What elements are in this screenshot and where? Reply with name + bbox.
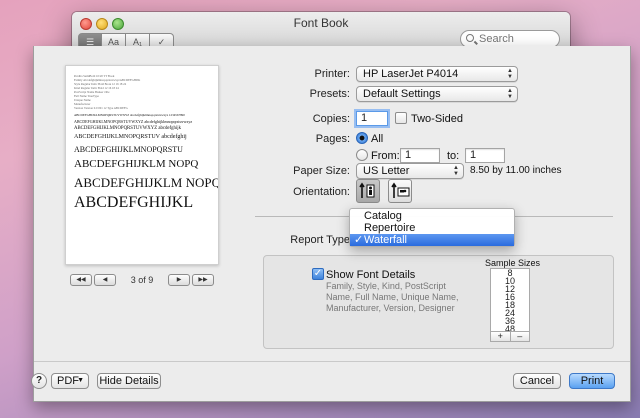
pages-to-label: to: [447, 150, 460, 162]
pages-from-radio[interactable] [356, 149, 368, 161]
preview-sample-line: ABCDEFGHIJKLM NOPQ [74, 175, 219, 190]
print-sheet: Perdita SemiBold 10/20 TT Book Family Abc… [31, 46, 631, 402]
preview-detail-line: Version Version 0.0 001 12 Type ABCDEFG [74, 106, 128, 110]
menu-item-catalog[interactable]: Catalog [350, 210, 514, 222]
print-preview-page: Perdita SemiBold 10/20 TT Book Family Abc… [65, 65, 219, 265]
pdf-label: PDF [57, 375, 79, 387]
two-sided-checkbox[interactable] [395, 112, 407, 124]
portrait-icon [359, 182, 375, 198]
remove-size-button[interactable]: – [510, 331, 530, 342]
printer-value: HP LaserJet P4014 [363, 68, 459, 80]
presets-label: Presets: [309, 88, 350, 100]
paper-dimensions: 8.50 by 11.00 inches [470, 165, 562, 176]
menu-item-waterfall[interactable]: ✓ Waterfall [350, 234, 514, 246]
menu-item-label: Repertoire [364, 222, 416, 234]
pages-all-radio[interactable] [356, 132, 368, 144]
footer-divider [34, 361, 630, 362]
copies-label: Copies: [312, 113, 350, 125]
pages-all-label: All [371, 133, 384, 145]
preview-sample-line: ABCDEFGHIJKLMNOPQRSTUVWXYZ abcdefghijklm… [74, 113, 185, 117]
page-count: 3 of 9 [130, 275, 154, 285]
pages-from-label: From: [371, 150, 400, 162]
search-placeholder: Search [479, 33, 514, 45]
preview-sample-line: ABCDEFGHIJKL [74, 194, 194, 211]
preview-sample-line: ABCDEFGHIJKLMNOPQRSTUV abcdefghij [74, 134, 187, 140]
help-button[interactable]: ? [31, 373, 47, 389]
paper-size-value: US Letter [363, 165, 410, 177]
popup-arrows-icon: ▲ ▼ [507, 88, 513, 100]
show-font-details-label: Show Font Details [326, 269, 416, 281]
pages-from-field[interactable]: 1 [400, 148, 440, 163]
cancel-button[interactable]: Cancel [513, 373, 561, 389]
presets-value: Default Settings [363, 88, 441, 100]
landscape-icon [391, 182, 410, 198]
first-page-button[interactable]: ◀◀ [70, 274, 92, 286]
window-title: Font Book [293, 16, 349, 30]
portrait-orientation-button[interactable] [356, 179, 380, 203]
pages-label: Pages: [315, 133, 350, 145]
sample-sizes-controls: + – [490, 331, 530, 342]
add-size-button[interactable]: + [490, 331, 511, 342]
copies-field[interactable]: 1 [356, 111, 388, 126]
two-sided-label: Two-Sided [411, 113, 463, 125]
preview-sample-line: ABCDEFGHIJKLMNOPQRSTUVWXYZ abcdefghijklm… [74, 119, 193, 124]
report-type-label: Report Type [290, 234, 350, 246]
print-button[interactable]: Print [569, 373, 615, 389]
orientation-label: Orientation: [293, 186, 350, 198]
sample-sizes-label: Sample Sizes [485, 258, 541, 268]
menu-item-label: Catalog [364, 210, 402, 222]
next-page-button[interactable]: ▶ [168, 274, 190, 286]
paper-size-popup[interactable]: US Letter ▲ ▼ [356, 163, 464, 179]
search-icon [466, 34, 474, 42]
preview-sample-line: ABCDEFGHIJKLM NOPQ [74, 158, 199, 170]
hide-details-button[interactable]: Hide Details [97, 373, 161, 389]
page-navigator: ◀◀ ◀ 3 of 9 ▶ ▶▶ [70, 273, 214, 287]
show-font-details-checkbox[interactable]: ✓ [312, 268, 324, 280]
chevron-down-icon: ▼ [77, 377, 84, 384]
popup-arrows-icon: ▲ ▼ [453, 165, 459, 177]
report-type-menu: Catalog Repertoire ✓ Waterfall [349, 208, 515, 247]
checkmark-icon: ✓ [354, 234, 364, 246]
preview-sample-line: ABCDEFGHIJKLMNOPQRSTU [74, 145, 183, 154]
menu-item-repertoire[interactable]: Repertoire [350, 222, 514, 234]
pages-to-field[interactable]: 1 [465, 148, 505, 163]
presets-popup[interactable]: Default Settings ▲ ▼ [356, 86, 518, 102]
printer-popup[interactable]: HP LaserJet P4014 ▲ ▼ [356, 66, 518, 82]
previous-page-button[interactable]: ◀ [94, 274, 116, 286]
font-details-description: Family, Style, Kind, PostScript Name, Fu… [326, 281, 459, 313]
landscape-orientation-button[interactable] [388, 179, 412, 203]
pdf-menu-button[interactable]: PDF ▼ [51, 373, 89, 389]
printer-label: Printer: [314, 68, 350, 80]
paper-size-label: Paper Size: [293, 165, 350, 177]
last-page-button[interactable]: ▶▶ [192, 274, 214, 286]
preview-sample-line: ABCDEFGHIJKLMNOPQRSTUVWXYZ abcdefghijk [74, 126, 181, 131]
popup-arrows-icon: ▲ ▼ [507, 68, 513, 80]
menu-item-label: Waterfall [364, 234, 407, 246]
